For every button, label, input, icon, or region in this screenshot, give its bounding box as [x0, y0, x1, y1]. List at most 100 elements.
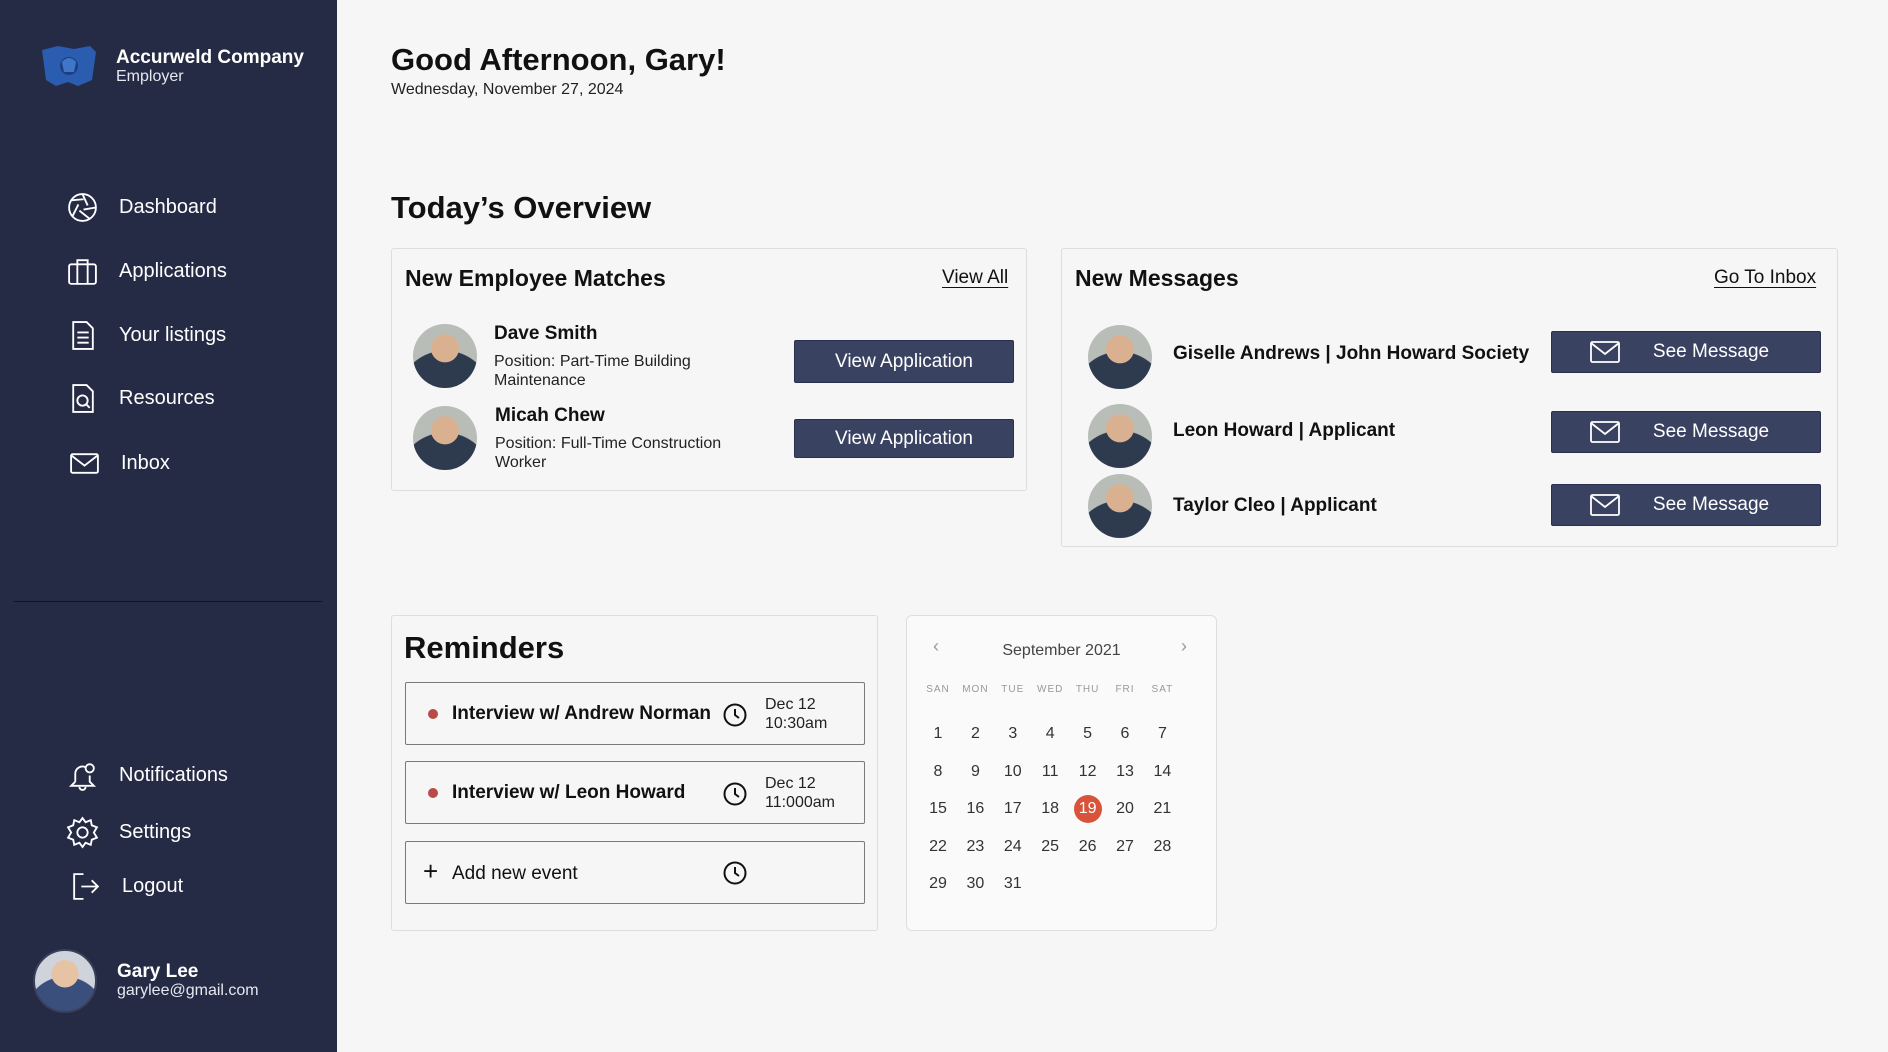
- calendar-day[interactable]: 26: [1073, 833, 1103, 861]
- nav-notifications[interactable]: Notifications: [66, 759, 228, 792]
- calendar-day[interactable]: 3: [998, 720, 1028, 748]
- nav-logout[interactable]: Logout: [69, 870, 183, 903]
- go-to-inbox-link[interactable]: Go To Inbox: [1714, 267, 1816, 289]
- nav-settings[interactable]: Settings: [66, 816, 191, 849]
- document-search-icon: [72, 384, 94, 413]
- calendar-day[interactable]: 8: [923, 758, 953, 786]
- nav-your-listings[interactable]: Your listings: [66, 319, 226, 352]
- reminders-title: Reminders: [404, 630, 565, 665]
- add-event-button[interactable]: + Add new event: [405, 841, 865, 904]
- calendar-day[interactable]: 31: [998, 870, 1028, 898]
- calendar-day[interactable]: 5: [1073, 720, 1103, 748]
- calendar-weekday: WED: [1037, 684, 1064, 695]
- avatar: [1088, 404, 1152, 468]
- calendar-day[interactable]: 4: [1035, 720, 1065, 748]
- calendar-day[interactable]: 30: [960, 870, 990, 898]
- calendar-day[interactable]: 6: [1110, 720, 1140, 748]
- calendar-day[interactable]: 21: [1147, 795, 1177, 823]
- calendar-weekday: FRI: [1115, 684, 1135, 695]
- calendar-weekday: THU: [1075, 684, 1100, 695]
- calendar-day[interactable]: 14: [1147, 758, 1177, 786]
- calendar-day[interactable]: 23: [960, 833, 990, 861]
- calendar-day[interactable]: 2: [960, 720, 990, 748]
- calendar-day[interactable]: 1: [923, 720, 953, 748]
- calendar-day-selected[interactable]: 19: [1073, 795, 1102, 823]
- match-position: Position: Full-Time Construction Worker: [495, 435, 722, 471]
- reminder-date: Dec 12: [765, 696, 816, 713]
- calendar-day[interactable]: 18: [1035, 795, 1065, 823]
- match-name: Dave Smith: [494, 323, 598, 344]
- reminder-item[interactable]: Interview w/ Andrew Norman Dec 12 10:30a…: [405, 682, 865, 745]
- calendar-day[interactable]: 10: [998, 758, 1028, 786]
- calendar-day[interactable]: 11: [1035, 758, 1065, 786]
- clock-icon: [723, 703, 747, 727]
- match-position: Position: Part-Time Building Maintenance: [494, 353, 691, 389]
- see-message-label: See Message: [1652, 421, 1770, 442]
- reminder-text: Interview w/ Leon Howard: [452, 782, 686, 803]
- calendar-day[interactable]: 24: [998, 833, 1028, 861]
- view-application-button[interactable]: View Application: [794, 340, 1014, 383]
- brand[interactable]: Accurweld Company Employer: [38, 42, 304, 90]
- nav-settings-label: Settings: [119, 821, 192, 843]
- calendar-day[interactable]: 22: [923, 833, 953, 861]
- view-application-button[interactable]: View Application: [794, 419, 1014, 458]
- calendar-day[interactable]: 13: [1110, 758, 1140, 786]
- current-date: Wednesday, November 27, 2024: [391, 81, 624, 98]
- match-name: Micah Chew: [495, 405, 605, 426]
- calendar-weekday: SAT: [1151, 684, 1174, 695]
- calendar-day[interactable]: 15: [923, 795, 953, 823]
- calendar-day[interactable]: 20: [1110, 795, 1140, 823]
- calendar-day[interactable]: 17: [998, 795, 1028, 823]
- reminder-item[interactable]: Interview w/ Leon Howard Dec 12 11:000am: [405, 761, 865, 824]
- employee-matches-card: New Employee Matches View All Dave Smith…: [391, 248, 1027, 491]
- briefcase-icon: [68, 259, 97, 285]
- calendar-day[interactable]: 29: [923, 870, 953, 898]
- company-name: Accurweld Company: [116, 46, 304, 68]
- nav-applications-label: Applications: [119, 260, 227, 282]
- calendar-day[interactable]: 9: [960, 758, 990, 786]
- nav-resources[interactable]: Resources: [66, 382, 215, 415]
- clock-icon: [723, 861, 747, 885]
- calendar-weekday: SAN: [926, 684, 950, 695]
- sidebar: Accurweld Company Employer Dashboard App…: [0, 0, 337, 1052]
- see-message-button[interactable]: See Message: [1551, 331, 1821, 373]
- company-logo-icon: [42, 46, 96, 86]
- document-icon: [72, 321, 94, 350]
- view-all-link[interactable]: View All: [942, 267, 1008, 289]
- see-message-button[interactable]: See Message: [1551, 411, 1821, 453]
- calendar-day[interactable]: 25: [1035, 833, 1065, 861]
- message-sender: Leon Howard | Applicant: [1173, 420, 1396, 441]
- calendar-weekday: MON: [962, 684, 989, 695]
- user-avatar: [33, 949, 97, 1013]
- greeting: Good Afternoon, Gary!: [391, 42, 726, 77]
- overview-title: Today’s Overview: [391, 190, 652, 225]
- nav-dashboard[interactable]: Dashboard: [66, 191, 217, 224]
- messages-title: New Messages: [1075, 265, 1239, 291]
- nav-inbox[interactable]: Inbox: [68, 447, 170, 480]
- company-role: Employer: [116, 67, 184, 85]
- status-dot: [428, 788, 438, 798]
- calendar-day[interactable]: 12: [1073, 758, 1103, 786]
- see-message-button[interactable]: See Message: [1551, 484, 1821, 526]
- nav-resources-label: Resources: [119, 387, 215, 409]
- calendar-day[interactable]: 7: [1147, 720, 1177, 748]
- nav-applications[interactable]: Applications: [66, 255, 227, 288]
- calendar-day[interactable]: 27: [1110, 833, 1140, 861]
- calendar-day[interactable]: 16: [960, 795, 990, 823]
- reminder-time: 10:30am: [765, 715, 828, 732]
- nav-logout-label: Logout: [122, 875, 184, 897]
- calendar-widget: ‹ September 2021 › SAN MON TUE WED THU FRI SAT…: [906, 615, 1217, 931]
- see-message-label: See Message: [1652, 494, 1770, 515]
- mail-icon: [1590, 421, 1620, 443]
- gear-icon: [66, 816, 99, 849]
- nav-inbox-label: Inbox: [121, 452, 170, 474]
- nav-your-listings-label: Your listings: [119, 324, 227, 346]
- mail-icon: [1590, 341, 1620, 363]
- calendar-day[interactable]: 28: [1147, 833, 1177, 861]
- nav-notifications-label: Notifications: [119, 764, 228, 786]
- chevron-right-icon[interactable]: ›: [1181, 636, 1187, 657]
- user-profile[interactable]: Gary Lee garylee@gmail.com: [33, 949, 259, 1013]
- reminder-time: 11:000am: [765, 794, 835, 811]
- sidebar-divider: [14, 601, 322, 602]
- matches-title: New Employee Matches: [405, 265, 666, 291]
